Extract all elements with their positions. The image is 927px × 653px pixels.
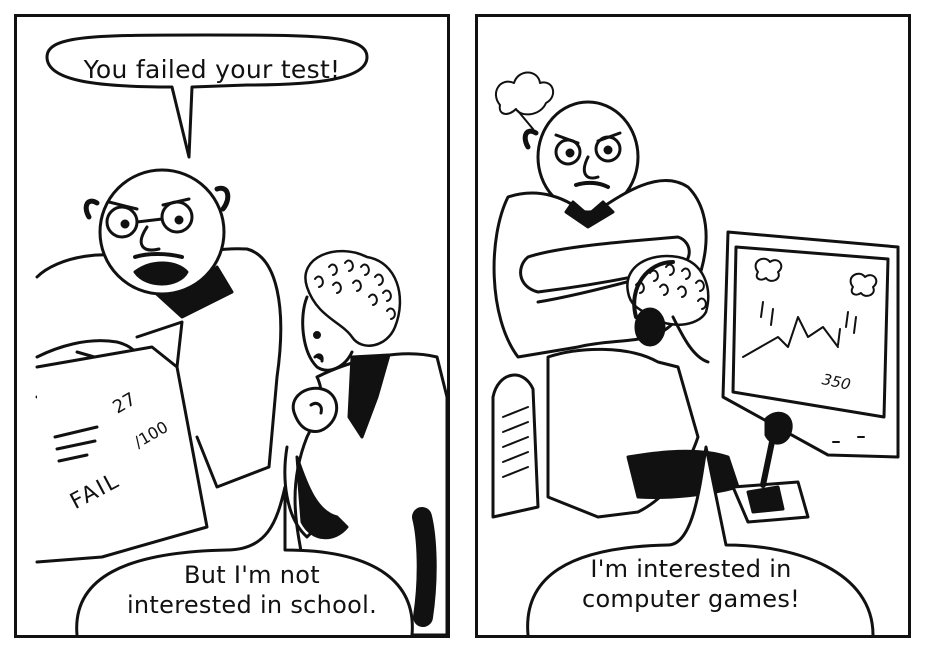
speech-text-you-failed: You failed your test! xyxy=(47,55,377,85)
joystick-stick xyxy=(760,434,776,488)
steam-puff-icon xyxy=(495,71,555,116)
speech-text-interested-games: I'm interested in computer games! xyxy=(526,554,856,614)
panel-left-artwork xyxy=(35,33,447,635)
chair-back xyxy=(491,373,540,519)
computer-monitor xyxy=(721,230,900,459)
speech-text-not-interested: But I'm not interested in school. xyxy=(87,560,417,620)
panel-right-artwork xyxy=(491,71,900,635)
son-fist xyxy=(291,386,338,433)
speech-line: But I'm not xyxy=(183,561,320,589)
speech-line: You failed your test! xyxy=(83,55,341,84)
son-arm-right xyxy=(626,449,740,500)
speech-line: interested in school. xyxy=(126,591,378,619)
speech-line: I'm interested in xyxy=(590,555,792,583)
comic-panel-left: You failed your test! 27 /100 FAIL But I… xyxy=(14,14,450,638)
comic-panel-right: 350 I'm interested in computer games! xyxy=(475,14,911,638)
father-mouth xyxy=(133,261,189,286)
speech-line: computer games! xyxy=(581,585,801,613)
test-paper xyxy=(35,345,209,564)
speech-bubble-top xyxy=(45,33,369,159)
